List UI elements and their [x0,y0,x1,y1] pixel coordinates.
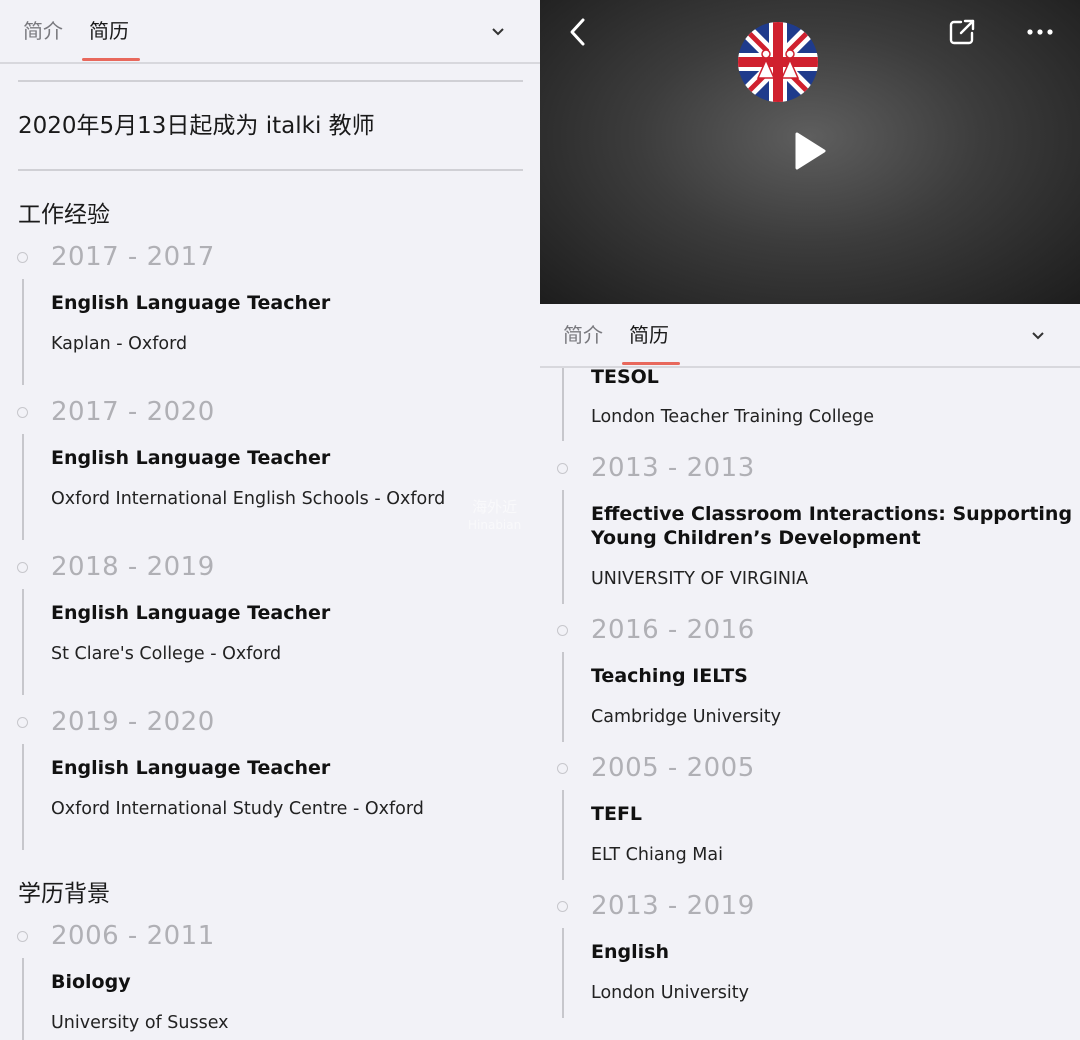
timeline-line [562,490,564,604]
timeline-dot [557,625,568,636]
timeline-dot [17,562,28,573]
cert-years: 2013 - 2013 [591,453,755,483]
work-role: English Language Teacher [51,757,331,779]
work-org: Kaplan - Oxford [51,334,188,354]
left-screen: 简介 简历 2020年5月13日起成为 italki 教师 工作经验 2017 … [0,0,540,1040]
timeline-line [562,928,564,1018]
timeline-line [22,279,24,385]
work-org: Oxford International Study Centre - Oxfo… [51,799,424,819]
cert-issuer: London University [591,983,749,1003]
chevron-left-icon[interactable] [566,16,590,48]
cert-title-line2: Young Children’s Development [591,527,921,549]
share-external-icon[interactable] [948,18,976,46]
right-screen: 简介 简历 TESOL London Teacher Training Coll… [540,0,1080,1040]
work-years: 2019 - 2020 [51,707,215,737]
work-role: English Language Teacher [51,602,331,624]
cert-years: 2005 - 2005 [591,753,755,783]
timeline-line [22,744,24,850]
edu-years: 2006 - 2011 [51,921,215,951]
cert-issuer: Cambridge University [591,707,781,727]
timeline-line [562,790,564,880]
video-player[interactable] [540,0,1080,304]
chevron-down-icon[interactable] [488,22,508,42]
edu-school: University of Sussex [51,1013,229,1033]
chevron-down-icon[interactable] [1028,326,1048,346]
tab-resume[interactable]: 简历 [629,320,669,350]
ellipsis-icon[interactable] [1026,26,1054,38]
work-role: English Language Teacher [51,447,331,469]
edu-degree: Biology [51,971,131,993]
play-icon[interactable] [793,131,827,171]
work-org: Oxford International English Schools - O… [51,489,446,509]
watermark: 海外近 Hinabian [468,498,521,534]
union-jack-avatar [738,22,818,102]
cert-years: 2013 - 2019 [591,891,755,921]
watermark-line2: Hinabian [468,518,522,532]
timeline-dot [557,763,568,774]
timeline-line [562,652,564,742]
timeline-dot [557,463,568,474]
resume-scroll-area[interactable]: TESOL London Teacher Training College 20… [540,368,1080,1040]
cert-title: TEFL [591,803,643,825]
cert-title: TESOL [591,368,659,388]
timeline-dot [17,717,28,728]
cert-title: Effective Classroom Interactions: Suppor… [591,503,1073,525]
tab-resume[interactable]: 简历 [89,16,129,46]
work-role: English Language Teacher [51,292,331,314]
divider [18,80,523,82]
active-tab-indicator [622,362,680,365]
tab-bar: 简介 简历 [540,304,1080,368]
cert-title: Teaching IELTS [591,665,748,687]
tab-intro[interactable]: 简介 [563,320,603,350]
cert-title: English [591,941,669,963]
work-experience-title: 工作经验 [18,202,110,228]
cert-issuer: London Teacher Training College [591,407,875,427]
work-years: 2017 - 2020 [51,397,215,427]
tab-bar: 简介 简历 [0,0,540,64]
work-org: St Clare's College - Oxford [51,644,282,664]
watermark-line1: 海外近 [472,498,518,516]
active-tab-indicator [82,58,140,61]
divider [18,169,523,171]
timeline-line [22,589,24,695]
timeline-line [22,434,24,540]
timeline-dot [557,901,568,912]
timeline-dot [17,931,28,942]
cert-issuer: UNIVERSITY OF VIRGINIA [591,569,809,589]
cert-issuer: ELT Chiang Mai [591,845,723,865]
timeline-line [562,368,564,441]
work-years: 2018 - 2019 [51,552,215,582]
cert-years: 2016 - 2016 [591,615,755,645]
timeline-dot [17,407,28,418]
work-years: 2017 - 2017 [51,242,215,272]
timeline-line [22,958,24,1040]
tab-intro[interactable]: 简介 [23,16,63,46]
education-title: 学历背景 [18,881,110,907]
teacher-since-text: 2020年5月13日起成为 italki 教师 [18,113,375,139]
timeline-dot [17,252,28,263]
